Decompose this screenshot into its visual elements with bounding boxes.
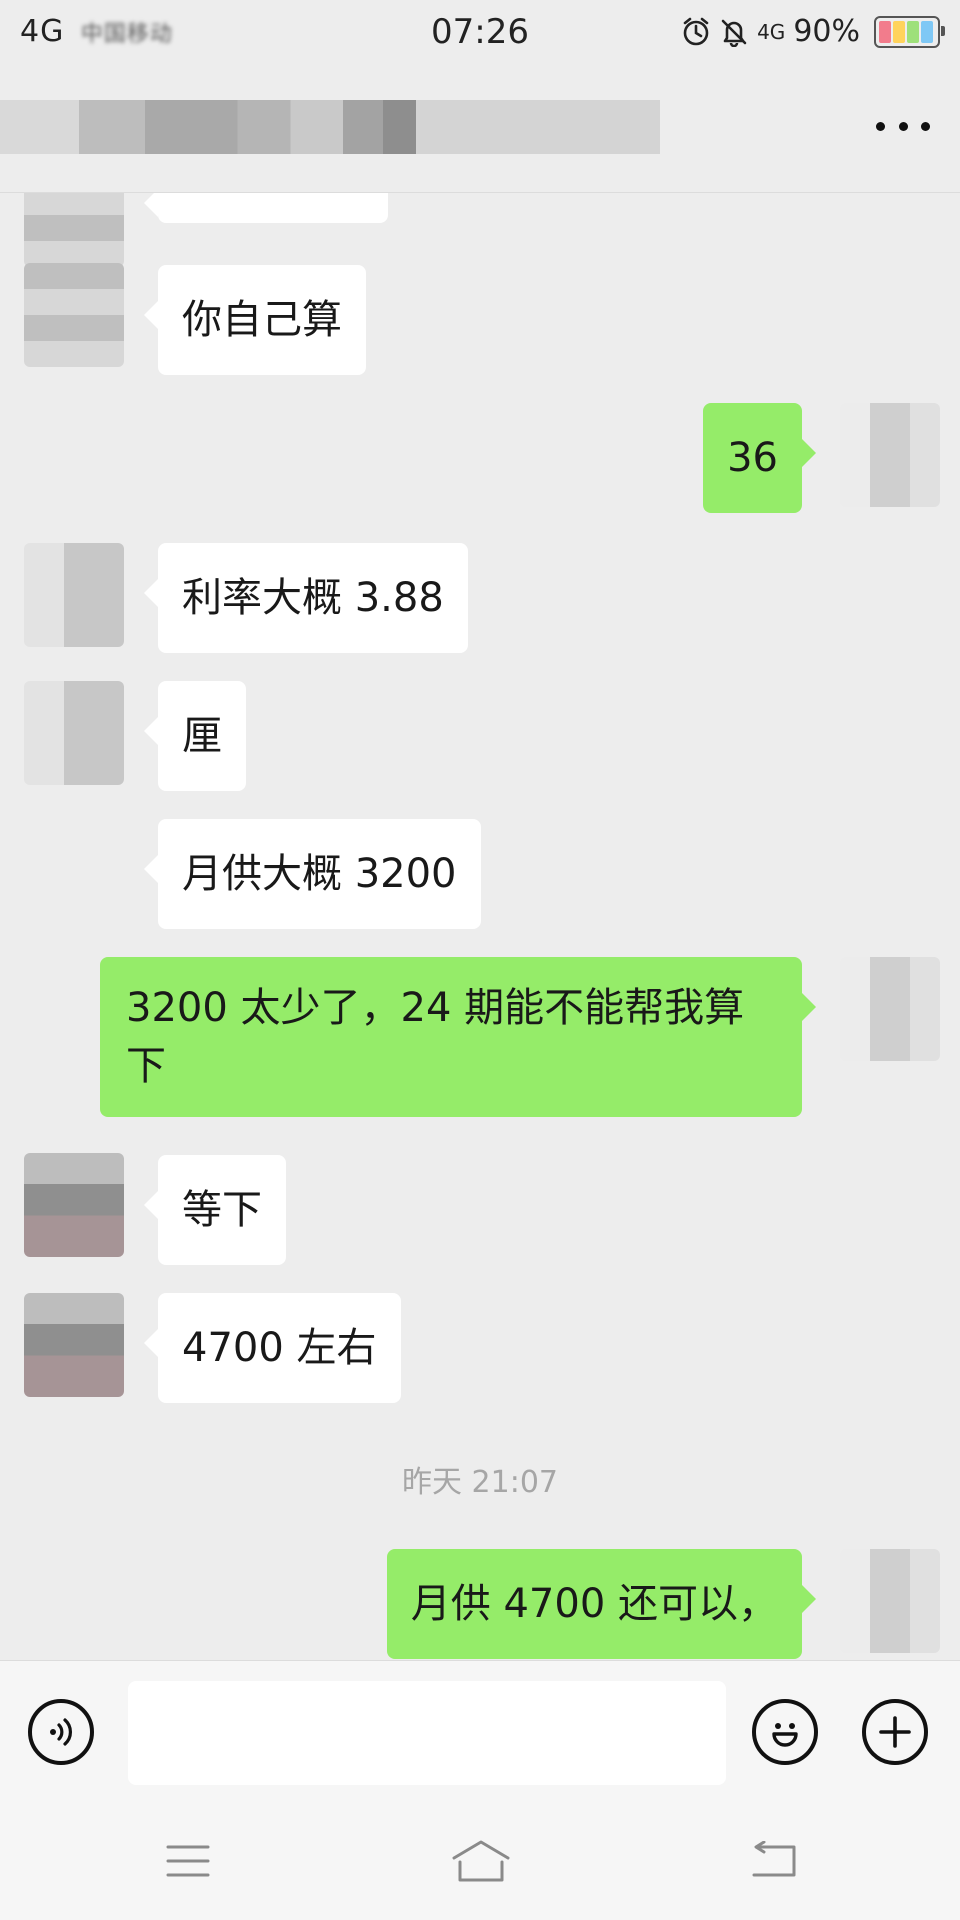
message-bubble-incoming[interactable]: 月供大概 3200 bbox=[144, 819, 481, 929]
message-bubble-partial bbox=[144, 193, 388, 223]
input-bar bbox=[0, 1660, 960, 1803]
avatar-contact[interactable] bbox=[24, 1293, 124, 1397]
bell-off-icon bbox=[721, 19, 747, 47]
chat-message-list[interactable]: 你自己算 36 利率大概 3.88 厘 月供大概 3200 3200 太少了，2… bbox=[0, 193, 960, 1659]
system-nav-bar bbox=[0, 1802, 960, 1920]
battery-percent: 90% bbox=[793, 14, 860, 49]
more-icon[interactable] bbox=[876, 106, 930, 146]
status-right: 4G 90% bbox=[681, 14, 945, 49]
status-bar: 4G 中国移动 07:26 4G 90% bbox=[0, 0, 960, 66]
message-bubble-incoming[interactable]: 利率大概 3.88 bbox=[144, 543, 468, 653]
message-bubble-incoming[interactable]: 你自己算 bbox=[144, 265, 366, 375]
menu-icon[interactable] bbox=[158, 1838, 218, 1884]
message-bubble-incoming[interactable]: 等下 bbox=[144, 1155, 286, 1265]
network-type-right: 4G bbox=[757, 19, 786, 44]
avatar-contact[interactable] bbox=[24, 543, 124, 647]
chat-title-redacted bbox=[0, 100, 660, 154]
message-bubble-outgoing[interactable]: 3200 太少了，24 期能不能帮我算下 bbox=[100, 957, 816, 1117]
avatar-self[interactable] bbox=[840, 957, 940, 1061]
avatar-self[interactable] bbox=[840, 1549, 940, 1653]
message-input[interactable] bbox=[128, 1681, 726, 1785]
avatar-contact[interactable] bbox=[24, 263, 124, 367]
avatar-contact[interactable] bbox=[24, 1153, 124, 1257]
message-bubble-outgoing[interactable]: 月供 4700 还可以， bbox=[386, 1549, 817, 1659]
back-icon[interactable] bbox=[742, 1838, 802, 1884]
avatar-contact[interactable] bbox=[24, 193, 124, 267]
chat-timestamp: 昨天 21:07 bbox=[402, 1465, 558, 1500]
message-bubble-outgoing[interactable]: 36 bbox=[703, 403, 816, 513]
emoji-icon[interactable] bbox=[752, 1699, 818, 1765]
message-bubble-incoming[interactable]: 厘 bbox=[144, 681, 246, 791]
battery-icon bbox=[874, 15, 945, 48]
alarm-icon bbox=[683, 17, 709, 45]
message-bubble-incoming[interactable]: 4700 左右 bbox=[144, 1293, 401, 1403]
chat-header bbox=[0, 66, 960, 193]
voice-icon[interactable] bbox=[28, 1699, 94, 1765]
avatar-self[interactable] bbox=[840, 403, 940, 507]
avatar-contact[interactable] bbox=[24, 681, 124, 785]
home-icon[interactable] bbox=[448, 1838, 514, 1884]
plus-icon[interactable] bbox=[862, 1699, 928, 1765]
